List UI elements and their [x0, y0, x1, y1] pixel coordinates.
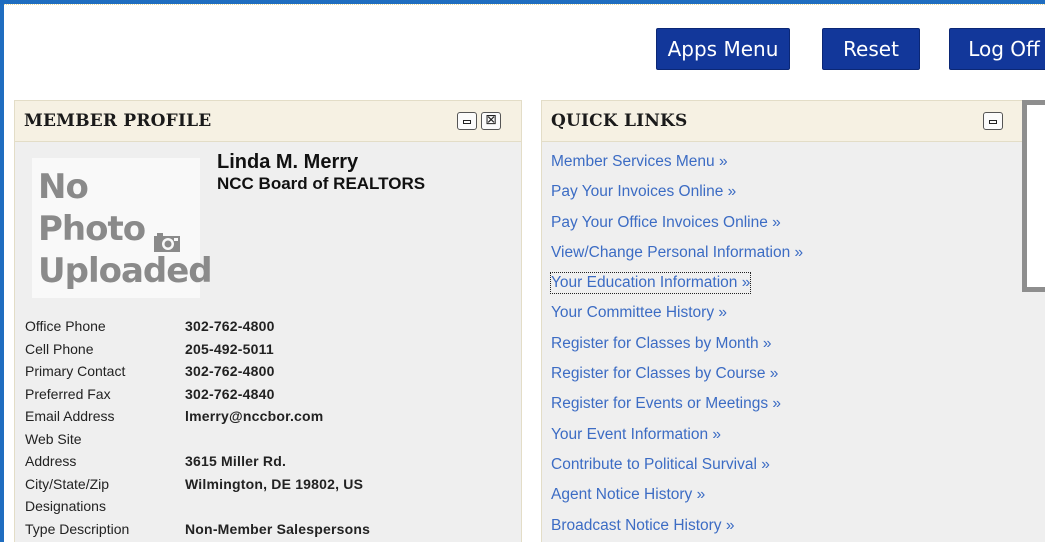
apps-menu-button[interactable]: Apps Menu — [656, 28, 790, 70]
profile-field-label: Office Phone — [25, 318, 106, 334]
close-icon[interactable]: ⊠ — [481, 112, 501, 130]
profile-field-value: 302-762-4800 — [185, 363, 275, 379]
photo-text-line: Photo — [38, 209, 146, 249]
quick-link-item: Register for Classes by Course » — [551, 364, 803, 394]
profile-field-row: Cell Phone 205-492-5011 — [25, 341, 505, 364]
profile-field-list: Office Phone 302-762-4800 Cell Phone 205-49… — [25, 318, 505, 542]
panel-title: QUICK LINKS — [551, 111, 688, 131]
reset-button[interactable]: Reset — [822, 28, 920, 70]
panel-title: MEMBER PROFILE — [24, 111, 212, 131]
member-profile-header: MEMBER PROFILE ⊠ — [15, 101, 521, 142]
profile-field-value: 302-762-4800 — [185, 318, 275, 334]
photo-text-line: No — [38, 167, 89, 207]
quick-link-item: Register for Classes by Month » — [551, 334, 803, 364]
profile-field-label: City/State/Zip — [25, 475, 110, 492]
profile-field-value: 205-492-5011 — [185, 340, 274, 357]
member-profile-panel: MEMBER PROFILE ⊠ No Photo Uploaded Linda… — [14, 100, 522, 542]
quick-link[interactable]: Register for Classes by Month » — [551, 334, 772, 354]
no-photo-placeholder: No Photo Uploaded — [32, 158, 213, 298]
quick-link[interactable]: Your Education Information » — [549, 272, 752, 295]
profile-field-row: Designations — [25, 498, 505, 521]
profile-field-value: lmerry@nccbor.com — [185, 408, 324, 424]
quick-link[interactable]: Member Services Menu » — [551, 152, 728, 172]
top-dotted-rule — [4, 4, 1045, 6]
quick-link[interactable]: Register for Classes by Course » — [551, 364, 778, 384]
quick-link-item: Broadcast Notice History » — [551, 516, 803, 542]
quick-links-header: QUICK LINKS — [542, 101, 1045, 142]
profile-field-row: Type Description Non-Member Salespersons — [25, 521, 505, 542]
member-name: Linda M. Merry — [217, 151, 359, 173]
profile-field-label: Web Site — [25, 430, 82, 447]
quick-link-item: Pay Your Invoices Online » — [551, 182, 803, 212]
quick-link-item: View/Change Personal Information » — [551, 243, 803, 273]
profile-field-label: Email Address — [25, 408, 115, 424]
quick-link[interactable]: Agent Notice History » — [551, 485, 705, 505]
member-organization: NCC Board of REALTORS — [217, 174, 426, 193]
log-off-button[interactable]: Log Off — [949, 28, 1045, 70]
profile-field-value: 302-762-4840 — [185, 385, 275, 402]
quick-link[interactable]: Register for Events or Meetings » — [551, 394, 781, 414]
photo-text-line: Uploaded — [38, 251, 213, 291]
quick-links-list: Member Services Menu » Pay Your Invoices … — [549, 152, 803, 542]
profile-field-label: Address — [25, 453, 77, 469]
quick-link-item: Your Education Information » — [549, 272, 803, 303]
profile-field-label: Designations — [25, 498, 106, 514]
profile-field-row: Preferred Fax 302-762-4840 — [25, 386, 505, 409]
quick-link-item: Pay Your Office Invoices Online » — [551, 213, 803, 243]
quick-link[interactable]: Your Event Information » — [551, 425, 721, 445]
quick-link[interactable]: Contribute to Political Survival » — [551, 455, 770, 475]
profile-field-row: City/State/Zip Wilmington, DE 19802, US — [25, 476, 505, 499]
profile-field-value: Wilmington, DE 19802, US — [185, 475, 364, 492]
profile-field-row: Primary Contact 302-762-4800 — [25, 363, 505, 386]
profile-field-label: Preferred Fax — [25, 385, 111, 402]
profile-field-value: 3615 Miller Rd. — [185, 453, 287, 469]
quick-link-item: Contribute to Political Survival » — [551, 455, 803, 485]
quick-link[interactable]: View/Change Personal Information » — [551, 243, 803, 263]
profile-field-label: Primary Contact — [25, 363, 126, 379]
quick-link-item: Your Committee History » — [551, 303, 803, 333]
profile-field-label: Cell Phone — [25, 340, 94, 357]
minimize-icon[interactable] — [457, 112, 477, 130]
camera-icon — [153, 221, 183, 252]
profile-field-row: Email Address lmerry@nccbor.com — [25, 408, 505, 431]
quick-link[interactable]: Pay Your Invoices Online » — [551, 182, 736, 202]
quick-link-item: Your Event Information » — [551, 425, 803, 455]
quick-link[interactable]: Pay Your Office Invoices Online » — [551, 213, 781, 233]
quick-link[interactable]: Your Committee History » — [551, 303, 727, 323]
profile-field-row: Address 3615 Miller Rd. — [25, 453, 505, 476]
profile-field-label: Type Description — [25, 520, 130, 537]
overlay-window[interactable] — [1022, 100, 1045, 292]
quick-links-panel: QUICK LINKS Member Services Menu » Pay Yo… — [541, 100, 1045, 542]
profile-field-row: Office Phone 302-762-4800 — [25, 318, 505, 341]
minimize-icon[interactable] — [983, 112, 1003, 130]
quick-link-item: Member Services Menu » — [551, 152, 803, 182]
profile-field-row: Web Site — [25, 431, 505, 454]
quick-link-item: Agent Notice History » — [551, 485, 803, 515]
quick-link[interactable]: Broadcast Notice History » — [551, 516, 735, 536]
quick-link-item: Register for Events or Meetings » — [551, 394, 803, 424]
profile-field-value: Non-Member Salespersons — [185, 520, 371, 537]
